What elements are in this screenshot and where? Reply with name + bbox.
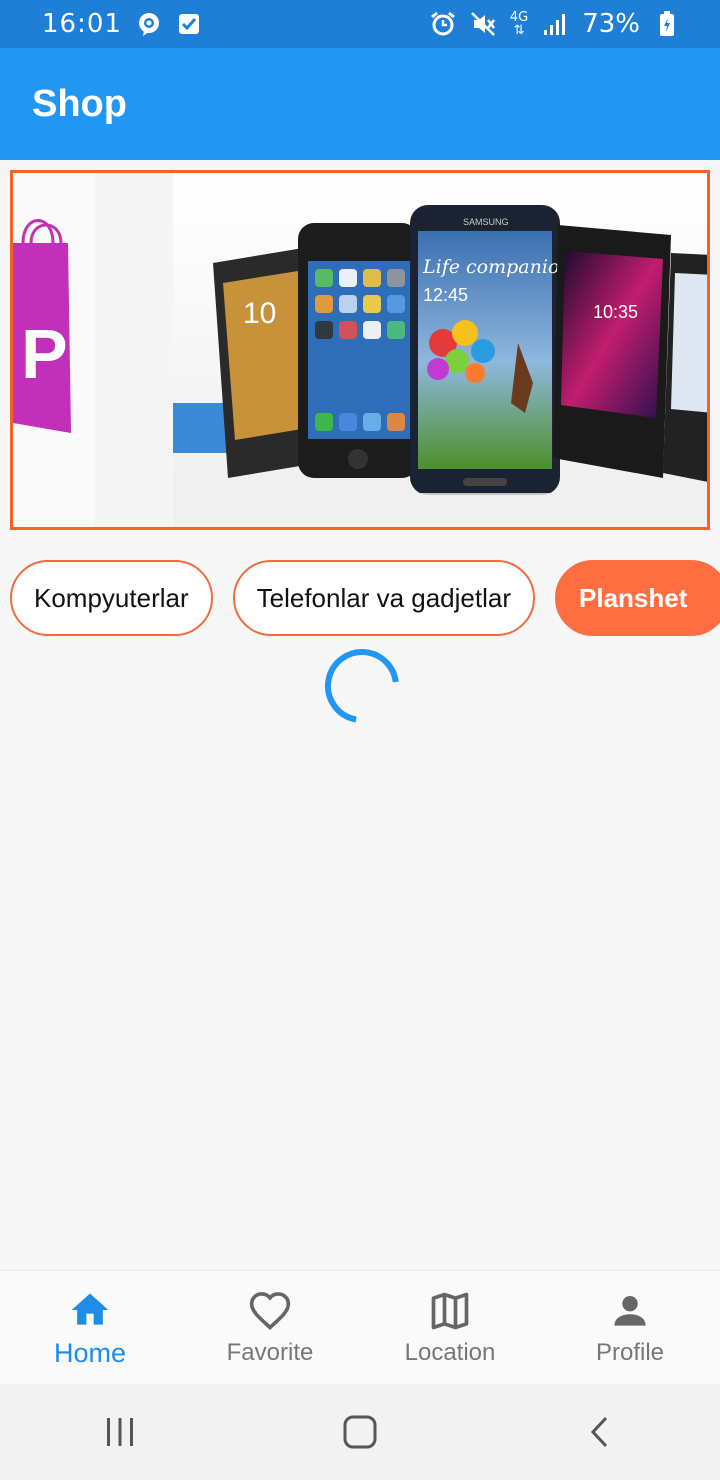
home-square-icon (343, 1415, 377, 1449)
back-button[interactable] (570, 1402, 630, 1462)
shopping-bag-graphic: P (13, 173, 173, 527)
svg-text:10: 10 (243, 297, 276, 330)
app-bar: Shop (0, 48, 720, 160)
status-left: 16:01 (42, 9, 202, 39)
home-icon (71, 1293, 109, 1325)
samsung-phone-graphic: SAMSUNG Life companion 12:45 (410, 205, 572, 495)
signal-icon (542, 11, 568, 37)
nav-home[interactable]: Home (0, 1271, 180, 1385)
back-chevron-icon (590, 1416, 608, 1448)
battery-percent: 73% (582, 9, 640, 39)
heart-icon (249, 1292, 291, 1331)
sony-phone-graphic: 10:35 (553, 225, 671, 478)
nav-favorite[interactable]: Favorite (180, 1271, 360, 1385)
bottom-navigation: Home Favorite Location Profile (0, 1270, 720, 1385)
nav-label: Favorite (226, 1339, 314, 1366)
chip-telefonlar[interactable]: Telefonlar va gadjetlar (232, 560, 536, 636)
recent-apps-button[interactable] (90, 1402, 150, 1462)
loading-spinner (322, 646, 402, 726)
chip-planshet[interactable]: Planshet (555, 560, 720, 636)
nav-profile[interactable]: Profile (540, 1271, 720, 1385)
data-arrows: ⇅ (513, 23, 525, 38)
status-right: 4G ⇅ 73% (430, 9, 680, 39)
chip-label: Planshet (579, 582, 688, 613)
map-icon (431, 1292, 469, 1330)
bag-letter: P (21, 315, 68, 393)
nav-label: Home (53, 1337, 127, 1368)
network-type: 4G ⇅ (510, 11, 528, 37)
checkbox-icon (176, 11, 202, 37)
iphone-graphic (298, 223, 418, 478)
phone-tagline: Life companion (422, 256, 572, 278)
phone-brand: SAMSUNG (463, 217, 509, 227)
nav-label: Location (404, 1339, 496, 1366)
nav-label: Profile (595, 1339, 665, 1366)
system-navigation-bar (0, 1384, 720, 1480)
recent-apps-icon (107, 1418, 133, 1446)
svg-text:10:35: 10:35 (593, 302, 638, 322)
status-time: 16:01 (42, 9, 122, 39)
person-icon (614, 1295, 646, 1326)
phone-clock: 12:45 (423, 285, 468, 305)
category-chips: Kompyuterlar Telefonlar va gadjetlar Pla… (10, 560, 720, 640)
chat-bubble-icon (136, 11, 162, 37)
alarm-icon (430, 11, 456, 37)
chip-kompyuterlar[interactable]: Kompyuterlar (10, 560, 213, 636)
nav-location[interactable]: Location (360, 1271, 540, 1385)
page-title: Shop (32, 82, 127, 125)
home-system-button[interactable] (330, 1402, 390, 1462)
chip-label: Kompyuterlar (34, 582, 189, 613)
battery-charging-icon (654, 11, 680, 37)
status-bar: 16:01 4G ⇅ 73% (0, 0, 720, 48)
chip-label: Telefonlar va gadjetlar (256, 582, 512, 613)
mute-icon (470, 11, 496, 37)
promo-banner[interactable]: P 10 SAMSUNG Life companion 12:45 10:35 (10, 170, 710, 530)
